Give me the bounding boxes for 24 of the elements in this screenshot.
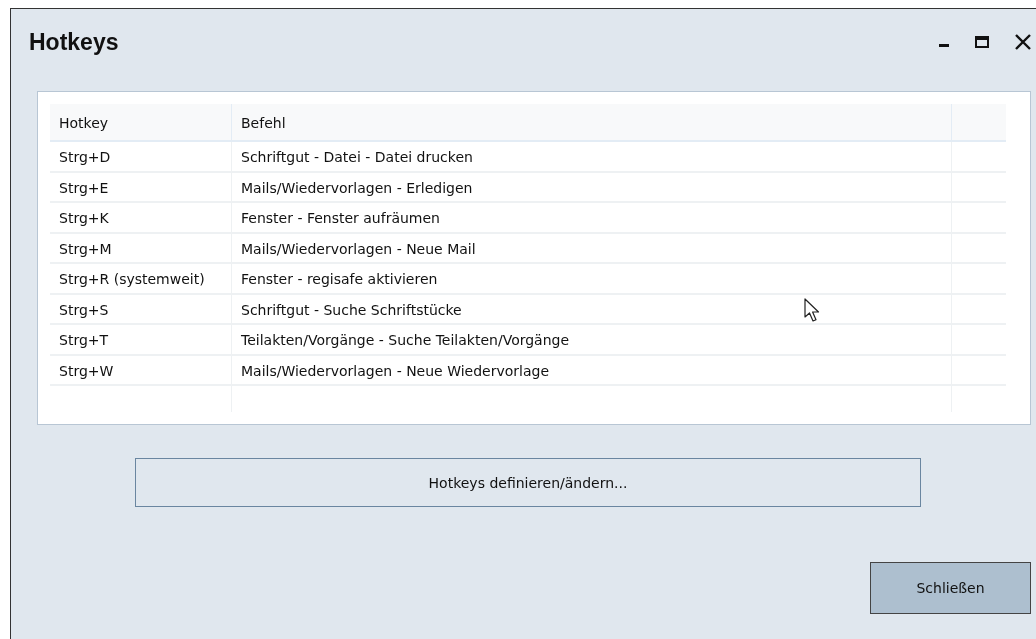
column-header[interactable]: Befehl: [232, 104, 952, 142]
maximize-icon[interactable]: [975, 36, 989, 48]
table-cell: Fenster - regisafe aktivieren: [232, 264, 952, 295]
column-header: [952, 104, 1006, 142]
mouse-cursor-icon: [804, 298, 822, 324]
table-cell: Mails/Wiedervorlagen - Neue Wiedervorlage: [232, 355, 952, 386]
table-cell: Strg+K: [50, 203, 232, 234]
table-cell: Strg+S: [50, 294, 232, 325]
table-cell: Strg+R (systemweit): [50, 264, 232, 295]
table-cell: Strg+D: [50, 142, 232, 173]
column-header[interactable]: Hotkey: [50, 104, 232, 142]
table-cell: Mails/Wiedervorlagen - Erledigen: [232, 172, 952, 203]
table-cell: Strg+W: [50, 355, 232, 386]
table-cell: Strg+M: [50, 233, 232, 264]
close-button[interactable]: Schließen: [870, 562, 1031, 614]
table-cell: Teilakten/Vorgänge - Suche Teilakten/Vorgänge: [232, 325, 952, 356]
table-cell: Schriftgut - Datei - Datei drucken: [232, 142, 952, 173]
define-hotkeys-button[interactable]: Hotkeys definieren/ändern...: [135, 458, 921, 507]
table-cell: Strg+T: [50, 325, 232, 356]
window-title: Hotkeys: [29, 28, 119, 56]
table-cell: Fenster - Fenster aufräumen: [232, 203, 952, 234]
table-cell: Strg+E: [50, 172, 232, 203]
table-cell: Mails/Wiedervorlagen - Neue Mail: [232, 233, 952, 264]
close-icon[interactable]: [1014, 33, 1032, 51]
